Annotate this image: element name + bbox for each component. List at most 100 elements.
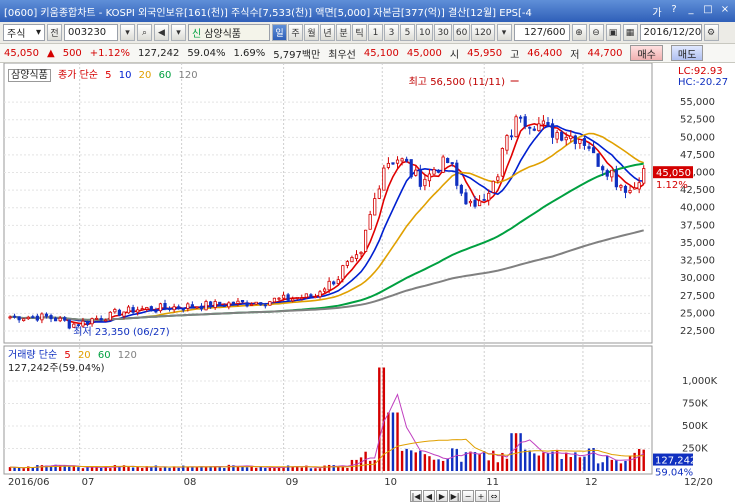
volume-bar: [624, 460, 627, 471]
date-input[interactable]: 2016/12/20: [639, 24, 702, 41]
candle-body: [364, 229, 368, 252]
zoom-in-icon[interactable]: ⊕: [571, 24, 587, 41]
high-price: 46,400: [527, 47, 563, 59]
fit-icon[interactable]: ⇔: [488, 490, 500, 502]
maximize-icon[interactable]: □: [702, 4, 714, 19]
volume-bar: [77, 467, 80, 471]
buy-button[interactable]: 매수: [630, 45, 663, 61]
candle-body: [573, 135, 577, 144]
tab-period-11[interactable]: 60: [452, 24, 471, 41]
price-legend: 삼양식품 종가 단순 5 10 20 60 120: [8, 66, 202, 82]
font-size-icon[interactable]: 가: [651, 4, 663, 19]
volume-bar: [410, 450, 413, 471]
legend-ma5: 5: [105, 70, 112, 81]
tab-period-5[interactable]: 틱: [352, 24, 367, 41]
volume-bar: [437, 459, 440, 471]
tab-period-10[interactable]: 30: [434, 24, 452, 41]
zoom-out-icon[interactable]: ⊖: [588, 24, 604, 41]
candle-body: [204, 301, 208, 311]
candle-body: [35, 315, 39, 321]
code-dropdown-icon[interactable]: ▾: [120, 24, 135, 41]
volume-bar: [13, 467, 16, 471]
candle-body: [291, 298, 295, 302]
history-dropdown-icon[interactable]: ▾: [171, 24, 186, 41]
speaker-icon[interactable]: ◀: [154, 24, 169, 41]
candle-body: [26, 316, 30, 320]
scroll-end-icon[interactable]: ▶|: [449, 490, 461, 502]
sell-button[interactable]: 매도: [670, 45, 704, 61]
price-tick-label: 30,000: [680, 273, 715, 284]
zoom-plus-icon[interactable]: +: [475, 490, 487, 502]
volume-bar: [364, 451, 367, 471]
search-icon[interactable]: ⌕: [137, 24, 152, 41]
minimize-icon[interactable]: _: [685, 4, 697, 19]
help-icon[interactable]: ?: [668, 4, 680, 19]
tab-period-1[interactable]: 주: [288, 24, 303, 41]
stock-code-input[interactable]: 003230: [64, 24, 118, 41]
change-percent: +1.12%: [89, 47, 130, 59]
tab-period-12[interactable]: 120: [471, 24, 495, 41]
stock-name-box: 신 삼양식품: [188, 24, 270, 41]
tab-period-0[interactable]: 일: [272, 24, 287, 41]
volume-bar: [537, 455, 541, 471]
date-tick-label: 07: [82, 477, 95, 488]
candle-body: [487, 192, 491, 201]
tab-period-8[interactable]: 5: [400, 24, 415, 41]
tab-period-7[interactable]: 3: [384, 24, 399, 41]
calendar-icon[interactable]: ▦: [622, 24, 638, 41]
candle-body: [414, 169, 418, 176]
volume-bar: [191, 467, 194, 471]
price-tick-label: 50,000: [680, 132, 715, 143]
legend-ma120: 120: [178, 70, 198, 81]
candle-body: [154, 310, 158, 313]
chart-scroll-controls: |◀ ◀ ▶ ▶| − + ⇔: [410, 490, 500, 502]
volume-bar: [168, 467, 171, 471]
volume-bar: [36, 465, 39, 471]
candle-body: [532, 128, 536, 131]
volume-bar: [514, 433, 518, 471]
price-legend-title: 종가 단순: [58, 70, 98, 81]
volume-bar: [245, 467, 249, 471]
tab-period-6[interactable]: 1: [368, 24, 383, 41]
candle-body: [181, 308, 185, 311]
prev-button[interactable]: 전: [47, 24, 62, 41]
volume-bar: [86, 467, 89, 471]
current-price: 45,050: [4, 47, 39, 59]
volume-tick-label: 500K: [682, 421, 708, 432]
close-icon[interactable]: ×: [719, 4, 731, 19]
candle-body: [90, 318, 94, 325]
scroll-left-icon[interactable]: ◀: [423, 490, 435, 502]
candle-body: [391, 162, 395, 165]
volume-bar: [478, 453, 481, 471]
open-label: 시: [449, 49, 460, 61]
tab-period-9[interactable]: 10: [416, 24, 434, 41]
candle-body: [300, 297, 304, 300]
save-icon[interactable]: ▣: [605, 24, 621, 41]
settings-icon[interactable]: ⚙: [703, 24, 719, 41]
candle-body: [231, 301, 235, 305]
candle-body: [464, 192, 468, 205]
candle-body: [354, 254, 359, 259]
tab-period-2[interactable]: 월: [304, 24, 319, 41]
stock-chart[interactable]: 55,00052,50050,00047,50045,00042,50040,0…: [0, 63, 735, 503]
date-tick-label: 12: [585, 477, 598, 488]
volume-bar: [469, 451, 472, 471]
price-legend-name[interactable]: 삼양식품: [8, 69, 51, 82]
tab-period-3[interactable]: 년: [320, 24, 335, 41]
scroll-right-icon[interactable]: ▶: [436, 490, 448, 502]
candle-body: [167, 307, 172, 310]
zoom-minus-icon[interactable]: −: [462, 490, 474, 502]
candle-body: [359, 251, 363, 255]
scroll-start-icon[interactable]: |◀: [410, 490, 422, 502]
window-title-bar: [0600] 키움종합차트 - KOSPI 외국인보유[161(천)] 주식수[…: [0, 0, 735, 22]
candle-body: [473, 199, 477, 207]
volume-bar: [254, 467, 258, 471]
best-ask: 45,100: [363, 47, 399, 59]
tab-dropdown-icon[interactable]: ▾: [496, 24, 512, 41]
candle-body: [619, 185, 623, 188]
tab-period-4[interactable]: 분: [336, 24, 351, 41]
market-select[interactable]: 주식 ▾: [3, 24, 45, 41]
count-input[interactable]: 127/600: [513, 24, 570, 41]
volume-bar: [391, 412, 395, 471]
volume-bar: [473, 452, 477, 471]
